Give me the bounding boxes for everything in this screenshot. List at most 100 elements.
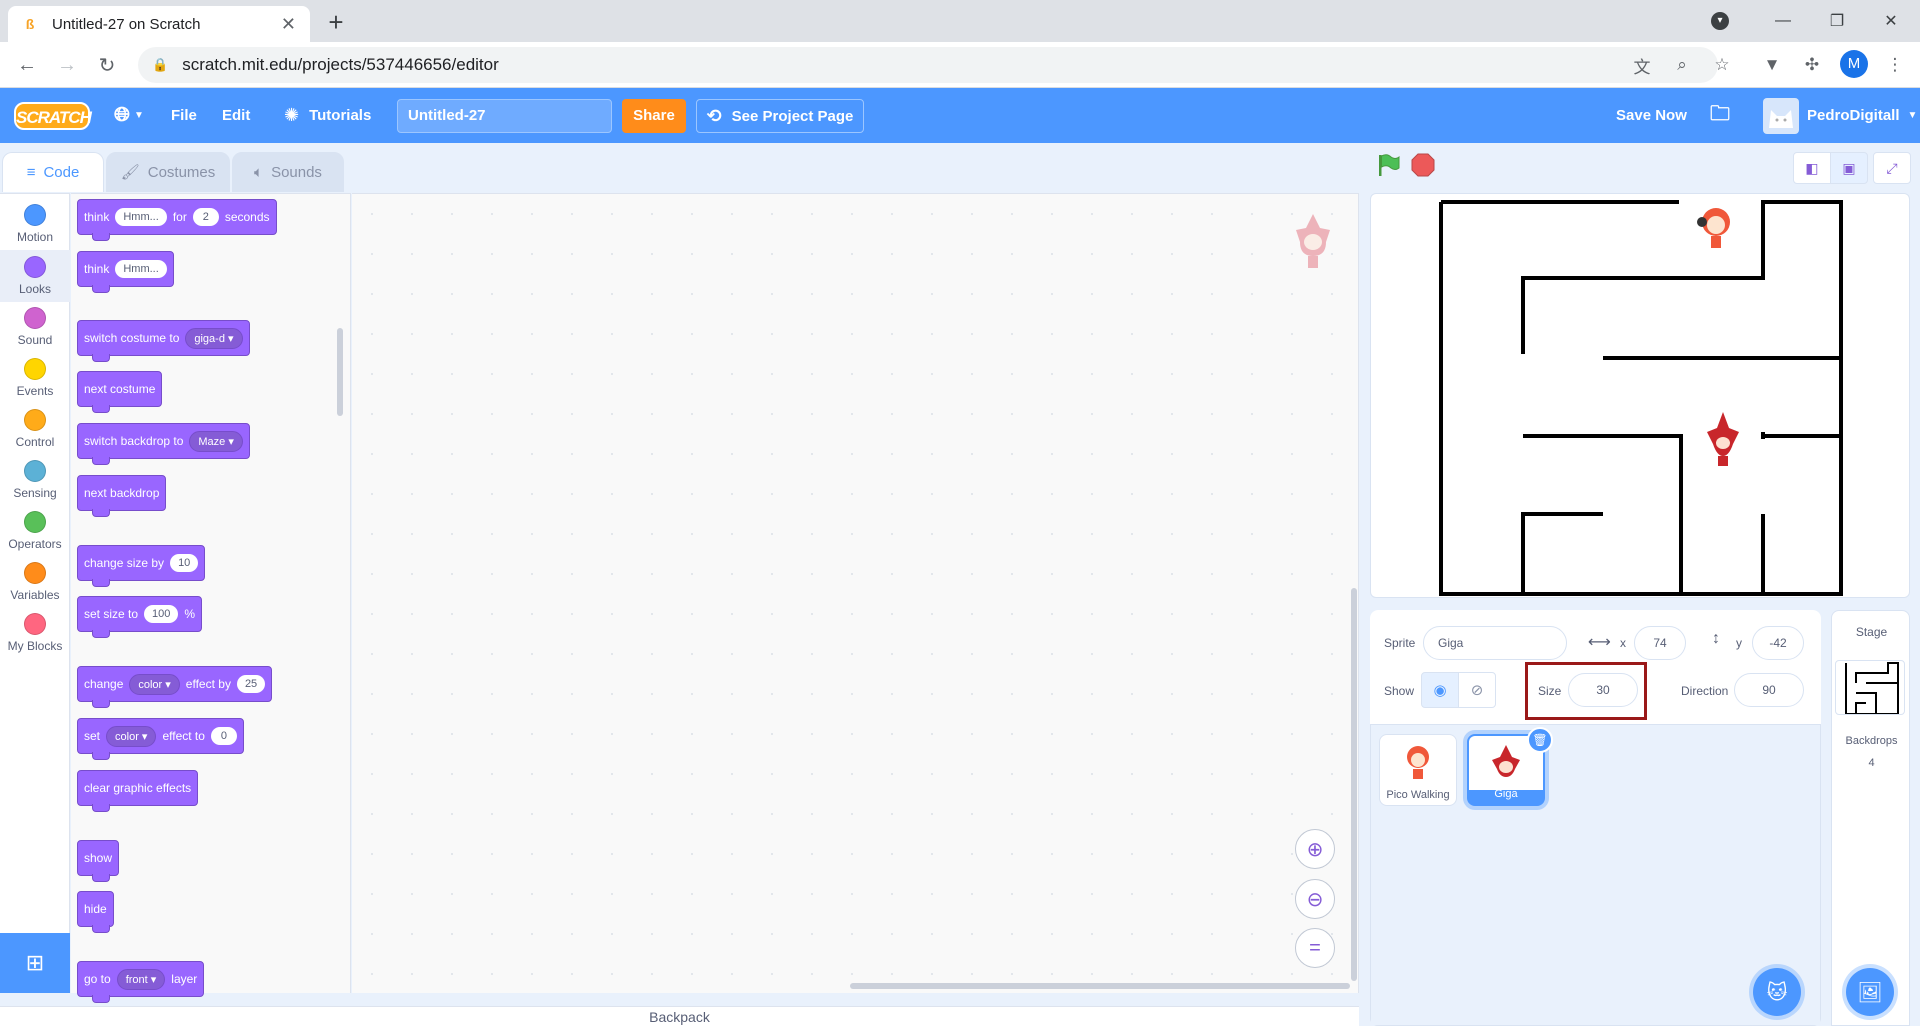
block-change-size[interactable]: change size by 10 (77, 545, 206, 587)
see-project-page-label: See Project Page (731, 107, 854, 125)
category-operators[interactable]: Operators (0, 505, 70, 557)
tab-search-icon[interactable]: ▾ (1711, 12, 1729, 30)
backdrop-dropdown[interactable]: Maze ▾ (189, 430, 243, 452)
zoom-reset-button[interactable]: = (1295, 928, 1335, 968)
browser-tab[interactable]: ß Untitled-27 on Scratch ✕ (8, 6, 310, 42)
category-dot (24, 511, 46, 533)
translate-icon[interactable]: 文 (1627, 50, 1657, 80)
block-switch-backdrop[interactable]: switch backdrop to Maze ▾ (77, 423, 250, 465)
language-menu[interactable]: 🌐︎ ▼ (114, 88, 144, 143)
green-flag-icon[interactable] (1375, 152, 1401, 178)
block-next-backdrop[interactable]: next backdrop (77, 475, 167, 517)
x-input[interactable]: 74 (1634, 626, 1686, 660)
sprite-tile-pico-walking[interactable]: Pico Walking (1379, 734, 1457, 806)
block-set-effect[interactable]: set color ▾ effect to 0 (77, 718, 244, 760)
block-input-size-change[interactable]: 10 (170, 554, 199, 572)
effect-dropdown[interactable]: color ▾ (106, 725, 157, 747)
project-title-input[interactable]: Untitled-27 (397, 99, 612, 133)
script-area-horizontal-scrollbar[interactable] (850, 983, 1350, 989)
close-tab-icon[interactable]: ✕ (281, 14, 296, 35)
new-tab-button[interactable]: + (322, 8, 350, 36)
add-backdrop-button[interactable]: 🖼︎ (1846, 968, 1894, 1016)
script-area-vertical-scrollbar[interactable] (1351, 588, 1357, 981)
costume-dropdown[interactable]: giga-d ▾ (185, 327, 243, 349)
palette-scrollbar[interactable] (337, 328, 343, 416)
block-input-effect-change[interactable]: 25 (236, 675, 266, 693)
block-input-effect-value[interactable]: 0 (210, 727, 237, 745)
backpack[interactable]: Backpack (0, 1006, 1359, 1026)
block-show[interactable]: show (77, 840, 120, 882)
show-sprite-button[interactable]: ◉ (1421, 672, 1459, 708)
minimize-button[interactable]: — (1756, 0, 1810, 42)
delete-sprite-button[interactable]: 🗑︎ (1527, 727, 1553, 753)
category-my-blocks[interactable]: My Blocks (0, 607, 70, 659)
maximize-button[interactable]: ❐ (1810, 0, 1864, 42)
block-hide[interactable]: hide (77, 891, 114, 933)
zoom-in-button[interactable]: ⊕ (1295, 829, 1335, 869)
scratch-logo[interactable]: SCRATCH (14, 102, 92, 130)
see-project-page-button[interactable]: ⟲ See Project Page (696, 99, 864, 133)
add-extension-button[interactable]: ⊞ (0, 933, 70, 993)
fullscreen-button[interactable]: ⤢ (1873, 152, 1911, 184)
pico-walking-sprite[interactable] (1697, 208, 1730, 248)
stage-canvas[interactable] (1370, 193, 1910, 598)
normal-stage-button[interactable]: ▣ (1830, 152, 1868, 184)
block-go-to-layer[interactable]: go to front ▾ layer (77, 961, 205, 1003)
block-switch-costume[interactable]: switch costume to giga-d ▾ (77, 320, 250, 362)
sprite-name-input[interactable]: Giga (1423, 626, 1567, 660)
save-now-button[interactable]: Save Now (1616, 88, 1687, 143)
script-area[interactable] (352, 193, 1359, 993)
extensions-puzzle-icon[interactable]: ✣ (1797, 50, 1827, 80)
block-input-size[interactable]: 100 (144, 605, 179, 623)
category-variables[interactable]: Variables (0, 556, 70, 608)
user-avatar[interactable] (1763, 98, 1799, 134)
block-think[interactable]: think Hmm... (77, 251, 174, 293)
zoom-out-button[interactable]: ⊖ (1295, 879, 1335, 919)
layer-dropdown[interactable]: front ▾ (116, 968, 166, 990)
block-text: think (84, 262, 110, 276)
category-label: Events (16, 384, 54, 398)
stop-icon[interactable] (1410, 152, 1436, 178)
account-menu[interactable]: PedroDigitall ▼ (1807, 88, 1917, 143)
direction-input[interactable]: 90 (1734, 673, 1804, 707)
category-sound[interactable]: Sound (0, 301, 70, 353)
close-window-button[interactable]: ✕ (1864, 0, 1918, 42)
profile-avatar[interactable]: M (1840, 50, 1868, 78)
file-menu[interactable]: File (171, 88, 197, 143)
category-motion[interactable]: Motion (0, 198, 70, 250)
block-next-costume[interactable]: next costume (77, 371, 163, 413)
share-button[interactable]: Share (622, 99, 686, 133)
edit-menu[interactable]: Edit (222, 88, 250, 143)
extension-icon[interactable]: ▼ (1757, 50, 1787, 80)
category-looks[interactable]: Looks (0, 250, 70, 302)
block-set-size[interactable]: set size to 100 % (77, 596, 203, 638)
address-bar[interactable]: 🔒 scratch.mit.edu/projects/537446656/edi… (138, 47, 1718, 83)
add-sprite-button[interactable]: 🐱︎ (1753, 968, 1801, 1016)
reload-button[interactable]: ↻ (92, 50, 122, 80)
giga-sprite[interactable] (1707, 412, 1739, 466)
block-clear-graphic-effects[interactable]: clear graphic effects (77, 770, 199, 812)
tab-sounds[interactable]: 🔈︎ Sounds (232, 152, 344, 192)
block-input-message[interactable]: Hmm... (115, 208, 167, 226)
forward-button[interactable]: → (52, 50, 82, 80)
tutorials-menu[interactable]: ✺ Tutorials (284, 88, 371, 143)
category-events[interactable]: Events (0, 352, 70, 404)
zoom-icon[interactable]: ⌕ (1667, 50, 1697, 80)
effect-dropdown[interactable]: color ▾ (129, 673, 180, 695)
category-sensing[interactable]: Sensing (0, 454, 70, 506)
tab-code[interactable]: ≡ Code (2, 152, 104, 192)
sprite-label: Sprite (1384, 636, 1416, 650)
back-button[interactable]: ← (12, 50, 42, 80)
small-stage-button[interactable]: ◧ (1793, 152, 1831, 184)
block-think-for-secs[interactable]: think Hmm... for 2 seconds (77, 199, 277, 241)
my-stuff-folder-icon[interactable]: 🗀 (1710, 88, 1730, 143)
bookmark-star-icon[interactable]: ☆ (1707, 50, 1737, 80)
block-input-seconds[interactable]: 2 (192, 208, 219, 226)
category-control[interactable]: Control (0, 403, 70, 455)
hide-sprite-button[interactable]: ⊘ (1458, 672, 1496, 708)
block-input-message[interactable]: Hmm... (115, 260, 167, 278)
block-change-effect[interactable]: change color ▾ effect by 25 (77, 666, 273, 708)
browser-menu-icon[interactable]: ⋮ (1880, 50, 1910, 80)
tab-costumes[interactable]: 🖌︎ Costumes (106, 152, 230, 192)
y-input[interactable]: -42 (1752, 626, 1804, 660)
